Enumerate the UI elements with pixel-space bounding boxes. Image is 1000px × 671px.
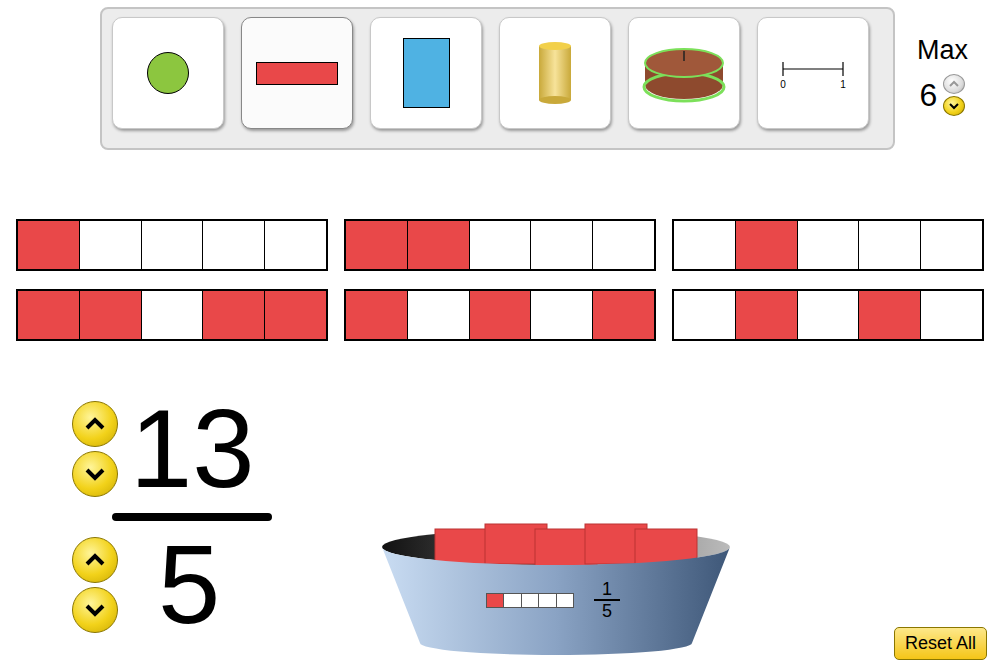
representation-button[interactable]: [499, 17, 611, 129]
fraction-container[interactable]: [344, 289, 656, 341]
bucket-denominator: 5: [602, 601, 612, 621]
denominator-down-button[interactable]: [72, 587, 118, 633]
container-cell[interactable]: [18, 291, 79, 339]
container-cell[interactable]: [797, 291, 859, 339]
fraction-container[interactable]: [672, 289, 984, 341]
container-cell[interactable]: [79, 221, 141, 269]
bucket-numerator: 1: [602, 579, 612, 599]
chevron-down-icon: [949, 102, 959, 110]
chevron-up-icon: [949, 80, 959, 88]
container-cell[interactable]: [407, 221, 469, 269]
representation-button[interactable]: [112, 17, 224, 129]
container-cell[interactable]: [18, 221, 79, 269]
vertical-bar-icon: [403, 38, 450, 108]
containers-grid: [0, 219, 1000, 341]
svg-text:1: 1: [840, 79, 846, 90]
bucket-piece-preview: [486, 593, 574, 608]
container-cell[interactable]: [141, 221, 203, 269]
denominator: 5: [158, 535, 220, 635]
representation-toolbar: 01: [100, 7, 895, 150]
representation-button[interactable]: [370, 17, 482, 129]
container-cell[interactable]: [141, 291, 203, 339]
container-cell[interactable]: [735, 291, 797, 339]
chevron-up-icon: [84, 417, 106, 431]
representation-button[interactable]: [241, 17, 353, 129]
container-cell[interactable]: [264, 291, 326, 339]
numerator-up-button[interactable]: [72, 401, 118, 447]
preview-cell: [503, 594, 520, 607]
container-cell[interactable]: [797, 221, 859, 269]
bucket-fraction-line: [594, 599, 620, 601]
container-cell[interactable]: [735, 221, 797, 269]
piece-bucket[interactable]: 15: [380, 521, 732, 656]
container-cell[interactable]: [674, 221, 735, 269]
preview-cell: [521, 594, 538, 607]
fraction-line: [112, 513, 272, 521]
container-cell[interactable]: [346, 221, 407, 269]
fraction-container[interactable]: [672, 219, 984, 271]
container-cell[interactable]: [530, 291, 592, 339]
fraction-container[interactable]: [344, 219, 656, 271]
container-cell[interactable]: [674, 291, 735, 339]
preview-cell: [538, 594, 555, 607]
denominator-up-button[interactable]: [72, 537, 118, 583]
reset-all-button[interactable]: Reset All: [894, 627, 987, 660]
container-cell[interactable]: [264, 221, 326, 269]
fraction-container[interactable]: [16, 219, 328, 271]
chevron-down-icon: [84, 603, 106, 617]
max-label: Max: [917, 35, 968, 66]
container-cell[interactable]: [858, 291, 920, 339]
container-cell[interactable]: [407, 291, 469, 339]
preview-cell: [487, 594, 503, 607]
numerator: 13: [130, 399, 255, 499]
number-line-icon: 01: [778, 53, 848, 93]
container-cell[interactable]: [202, 221, 264, 269]
container-cell[interactable]: [858, 221, 920, 269]
numerator-down-button[interactable]: [72, 451, 118, 497]
container-cell[interactable]: [530, 221, 592, 269]
chevron-down-icon: [84, 467, 106, 481]
bucket-icon: [380, 521, 732, 656]
preview-cell: [556, 594, 573, 607]
representation-button[interactable]: [628, 17, 740, 129]
svg-text:0: 0: [780, 79, 786, 90]
circle-icon: [147, 52, 189, 94]
chevron-up-icon: [84, 553, 106, 567]
container-cell[interactable]: [79, 291, 141, 339]
container-cell[interactable]: [202, 291, 264, 339]
representation-button[interactable]: 01: [757, 17, 869, 129]
bucket-label: 15: [486, 579, 620, 621]
fractions-screen: 01Max613515Reset All: [0, 0, 1000, 671]
container-cell[interactable]: [469, 291, 531, 339]
container-cell[interactable]: [920, 221, 982, 269]
container-cell[interactable]: [920, 291, 982, 339]
container-cell[interactable]: [469, 221, 531, 269]
cylinder-icon: [537, 40, 573, 106]
max-value: 6: [920, 77, 938, 114]
max-down-button[interactable]: [943, 96, 965, 116]
horizontal-bar-icon: [256, 62, 338, 85]
container-cell[interactable]: [592, 291, 654, 339]
fraction-display: 135: [72, 399, 272, 671]
max-up-button[interactable]: [943, 74, 965, 94]
container-cell[interactable]: [346, 291, 407, 339]
fraction-container[interactable]: [16, 289, 328, 341]
max-control: Max 6: [917, 7, 968, 116]
cake-icon: [641, 43, 727, 103]
container-cell[interactable]: [592, 221, 654, 269]
